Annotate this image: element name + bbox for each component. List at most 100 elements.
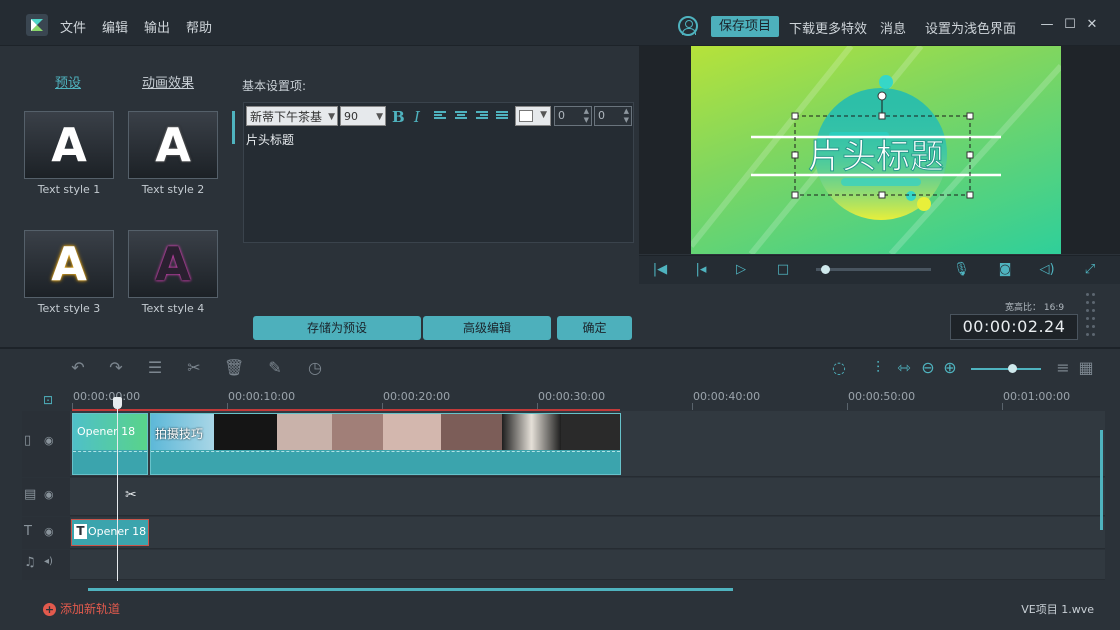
zoom-in-icon[interactable]: ⊕ <box>940 358 960 378</box>
save-as-preset-button[interactable]: 存储为预设 <box>253 316 421 340</box>
edit-icon[interactable]: ✎ <box>265 358 285 378</box>
align-center-icon[interactable] <box>455 111 467 121</box>
advanced-edit-button[interactable]: 高级编辑 <box>423 316 551 340</box>
playback-progress-track[interactable] <box>816 268 931 271</box>
spacing-spinner[interactable]: 0 ▲ ▼ <box>554 106 592 126</box>
align-right-icon[interactable] <box>476 111 488 121</box>
spacing-value: 0 <box>558 109 565 122</box>
text-style-1-card[interactable]: A <box>24 111 114 179</box>
timeline-vertical-scrollbar[interactable] <box>1100 430 1103 530</box>
text-style-3-label: Text style 3 <box>37 302 101 315</box>
playhead-handle[interactable] <box>113 397 122 409</box>
tab-animation[interactable]: 动画效果 <box>142 72 194 91</box>
add-track-button[interactable]: + 添加新轨道 <box>43 600 120 617</box>
undo-icon[interactable]: ↶ <box>68 358 88 378</box>
text-clip-opener[interactable]: T Opener 18 <box>71 519 149 546</box>
step-back-icon[interactable]: |◂ <box>693 262 709 277</box>
video-preview[interactable]: 片头标题 <box>691 46 1061 254</box>
fullscreen-icon[interactable]: ⤢ <box>1082 262 1098 277</box>
audio-track[interactable] <box>70 550 1105 580</box>
text-style-1-label: Text style 1 <box>37 183 101 196</box>
menu-export[interactable]: 输出 <box>144 17 170 36</box>
video-clip-main[interactable]: 拍摄技巧 <box>150 413 621 475</box>
redo-icon[interactable]: ↷ <box>106 358 126 378</box>
render-preview-icon[interactable]: ◌ <box>829 358 849 378</box>
minimize-button[interactable]: — <box>1040 18 1054 32</box>
delete-icon[interactable]: 🗑 <box>224 358 244 378</box>
zoom-slider-knob[interactable] <box>1008 364 1017 373</box>
timeline-horizontal-scrollbar[interactable] <box>88 588 733 591</box>
align-left-icon[interactable] <box>434 111 446 121</box>
play-icon[interactable]: ▷ <box>733 262 749 277</box>
snapshot-camera-icon[interactable]: ◙ <box>997 262 1013 277</box>
fit-timeline-icon[interactable]: ⇿ <box>894 358 914 378</box>
menu-file[interactable]: 文件 <box>60 17 86 36</box>
skip-start-icon[interactable]: |◀ <box>652 262 668 277</box>
playhead-line[interactable] <box>117 399 118 581</box>
menu-edit[interactable]: 编辑 <box>102 17 128 36</box>
playback-progress-knob[interactable] <box>821 265 830 274</box>
volume-icon[interactable]: ◁) <box>1039 262 1055 277</box>
messages-link[interactable]: 消息 <box>880 18 906 37</box>
aspect-ratio-label: 宽高比： 16:9 <box>1005 303 1065 313</box>
menu-help[interactable]: 帮助 <box>186 17 212 36</box>
audio-mixer-icon[interactable]: ⫶ <box>868 358 888 378</box>
save-project-button[interactable]: 保存项目 <box>711 16 779 37</box>
audio-waveform <box>151 451 620 452</box>
text-clip-icon: T <box>74 524 87 539</box>
app-logo <box>26 14 48 36</box>
text-color-picker[interactable]: ▼ <box>515 106 551 126</box>
list-view-icon[interactable]: ≡ <box>1053 358 1073 378</box>
zoom-slider-track[interactable] <box>971 368 1041 370</box>
text-style-4-card[interactable]: A <box>128 230 218 298</box>
preview-graphic: 片头标题 <box>691 46 1061 254</box>
microphone-icon[interactable]: 🎙 <box>953 262 970 277</box>
eye-icon[interactable]: ◉ <box>44 434 54 447</box>
grid-view-icon[interactable]: ▦ <box>1076 358 1096 378</box>
basic-settings-label: 基本设置项: <box>242 79 307 93</box>
text-style-2-label: Text style 2 <box>141 183 205 196</box>
text-style-1-glyph: A <box>51 118 87 172</box>
style-list-scrollbar[interactable] <box>232 111 235 144</box>
stop-icon[interactable]: □ <box>775 262 791 277</box>
zoom-out-icon[interactable]: ⊖ <box>918 358 938 378</box>
drag-handle-icon[interactable] <box>1086 293 1100 339</box>
adjust-icon[interactable]: ☰ <box>145 358 165 378</box>
pip-track[interactable] <box>70 478 1105 516</box>
audio-track-header: ♫ ◂) <box>22 550 70 580</box>
close-button[interactable]: ✕ <box>1085 18 1099 32</box>
add-track-label: 添加新轨道 <box>60 602 121 616</box>
text-style-2-card[interactable]: A <box>128 111 218 179</box>
tab-presets[interactable]: 预设 <box>55 72 81 91</box>
video-clip-opener[interactable]: Opener 18 <box>72 413 148 475</box>
eye-icon[interactable]: ◉ <box>44 525 54 538</box>
user-account-icon[interactable] <box>678 16 698 36</box>
bold-button[interactable]: B <box>392 108 405 126</box>
text-content-area[interactable]: 片头标题 <box>246 131 294 148</box>
overlay-film-icon: ▤ <box>24 487 37 502</box>
download-effects-link[interactable]: 下载更多特效 <box>789 18 867 37</box>
film-icon: ▯ <box>24 433 32 448</box>
plus-icon: + <box>43 603 56 616</box>
italic-button[interactable]: I <box>414 108 420 126</box>
maximize-button[interactable]: ☐ <box>1063 18 1077 32</box>
speaker-icon[interactable]: ◂) <box>44 556 53 567</box>
ruler-label-0: 00:00:00:00 <box>73 390 141 403</box>
cut-icon[interactable]: ✂ <box>184 358 204 378</box>
text-style-3-card[interactable]: A <box>24 230 114 298</box>
confirm-button[interactable]: 确定 <box>557 316 632 340</box>
eye-icon[interactable]: ◉ <box>44 488 54 501</box>
current-timecode: 00:00:02.24 <box>950 314 1078 340</box>
text-track[interactable] <box>70 517 1105 549</box>
light-theme-link[interactable]: 设置为浅色界面 <box>925 18 1016 37</box>
line-spacing-spinner[interactable]: 0 ▲ ▼ <box>594 106 632 126</box>
snap-magnet-icon[interactable]: ⊡ <box>38 390 58 410</box>
pip-track-header: ▤ ◉ <box>22 478 70 516</box>
clip-thumbnail-strip <box>151 414 620 450</box>
align-justify-icon[interactable] <box>496 111 508 121</box>
split-marker-icon[interactable]: ✂ <box>125 487 137 503</box>
font-size-select[interactable]: 90 ▼ <box>340 106 386 126</box>
font-family-select[interactable]: 新蒂下午茶基 ▼ <box>246 106 338 126</box>
duration-clock-icon[interactable]: ◷ <box>305 358 325 378</box>
text-track-header: T ◉ <box>22 517 70 549</box>
